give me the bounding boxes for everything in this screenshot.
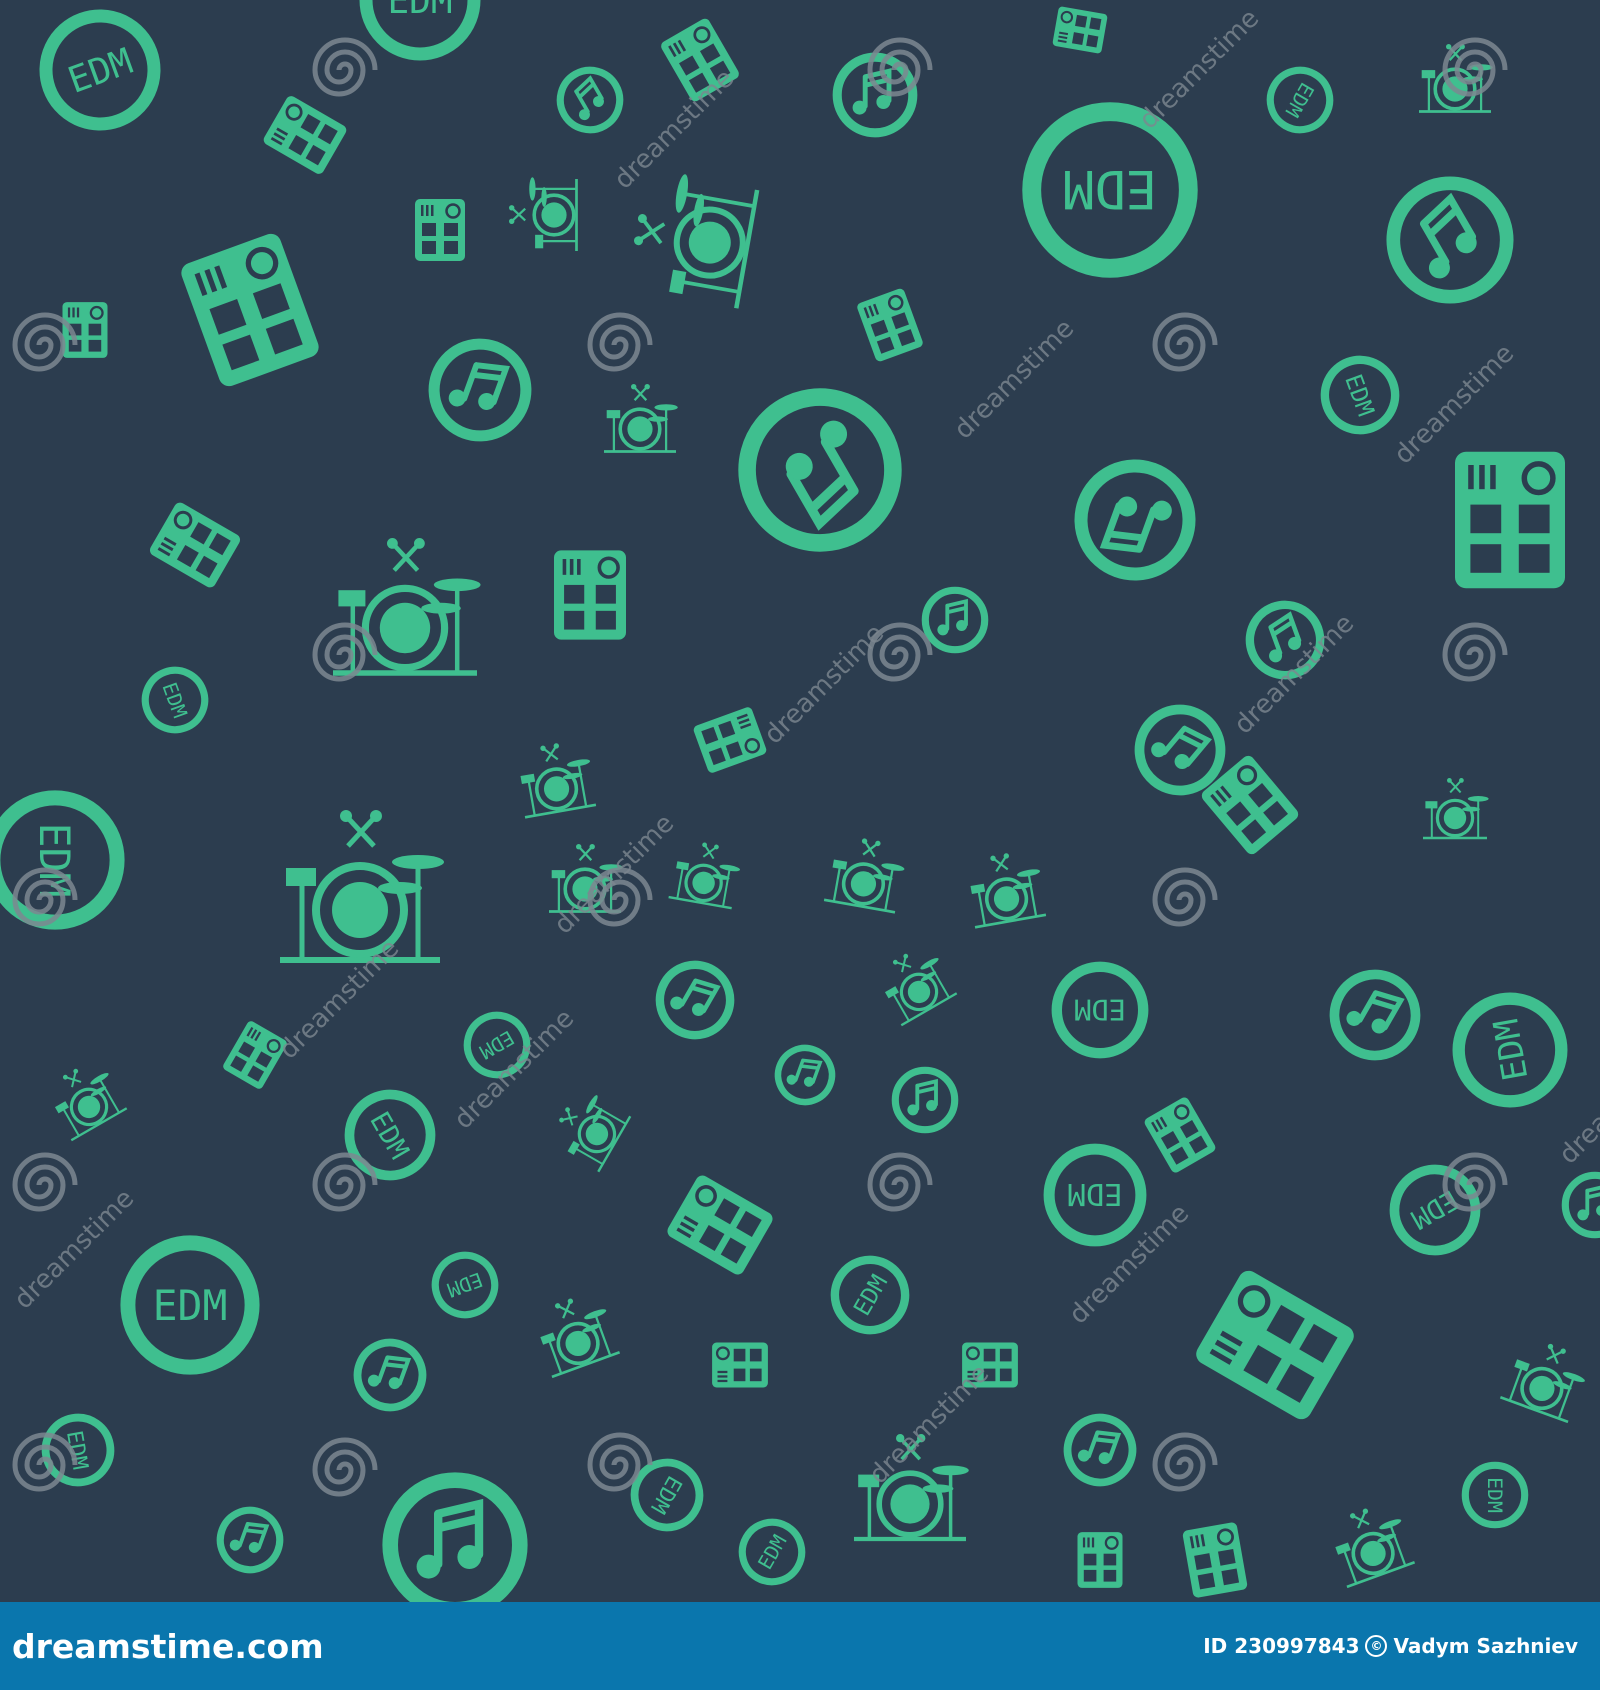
dreamstime-spiral-icon bbox=[1155, 1435, 1215, 1489]
drum-set-icon bbox=[625, 168, 757, 309]
music-note-badge-icon bbox=[770, 1040, 839, 1109]
edm-badge-icon bbox=[366, 0, 474, 54]
drum-set-icon bbox=[527, 1286, 624, 1379]
dreamstime-spiral-icon bbox=[315, 1155, 375, 1209]
watermark-text: dreamstime bbox=[864, 1359, 996, 1491]
watermark-text: dreamstime bbox=[609, 64, 741, 196]
drum-machine-icon bbox=[1455, 452, 1565, 588]
dreamstime-spiral-icon bbox=[15, 1155, 75, 1209]
drum-set-icon bbox=[1421, 776, 1491, 840]
drum-set-icon bbox=[544, 1083, 633, 1174]
edm-badge-icon bbox=[31, 1, 169, 139]
footer-credits: ID 230997843 © Vadym Sazhniev bbox=[1203, 1634, 1578, 1658]
dreamstime-spiral-icon bbox=[1445, 625, 1505, 679]
edm-badge-icon bbox=[128, 1243, 252, 1367]
edm-badge-icon bbox=[1049, 1149, 1141, 1241]
music-note-badge-icon bbox=[1565, 1175, 1600, 1234]
edm-badge-icon bbox=[1259, 59, 1340, 140]
drum-machine-icon bbox=[1141, 1094, 1219, 1176]
drum-machine-icon bbox=[710, 1341, 770, 1389]
dreamstime-spiral-icon bbox=[1155, 315, 1215, 369]
drum-set-icon bbox=[869, 938, 960, 1027]
copyright-icon: © bbox=[1365, 1635, 1388, 1657]
pattern-canvas: EDM bbox=[0, 0, 1600, 1602]
music-note-badge-icon bbox=[549, 59, 630, 140]
dreamstime-spiral-icon bbox=[315, 1440, 375, 1494]
drum-machine-icon bbox=[413, 197, 467, 263]
drum-set-icon bbox=[1322, 1496, 1419, 1589]
music-note-badge-icon bbox=[348, 1333, 431, 1416]
watermark-text: dreamstime bbox=[759, 619, 891, 751]
music-note-badge-icon bbox=[212, 1502, 288, 1578]
drum-machine-icon bbox=[1192, 1267, 1357, 1423]
music-note-badge-icon bbox=[720, 370, 919, 569]
music-note-badge-icon bbox=[1066, 451, 1204, 589]
music-note-badge-icon bbox=[1373, 163, 1528, 318]
music-note-badge-icon bbox=[925, 590, 984, 649]
drum-set-icon bbox=[39, 1053, 130, 1142]
drum-set-icon bbox=[511, 736, 600, 820]
watermark-text: dreamstime bbox=[1389, 339, 1521, 471]
music-note-badge-icon bbox=[421, 331, 539, 449]
drum-machine-icon bbox=[663, 1171, 777, 1279]
edm-badge-icon bbox=[731, 1511, 812, 1592]
author-name: Vadym Sazhniev bbox=[1393, 1634, 1578, 1658]
drum-machine-icon bbox=[260, 92, 350, 178]
dreamstime-spiral-icon bbox=[315, 40, 375, 94]
drum-set-icon bbox=[333, 538, 481, 673]
drum-set-icon bbox=[961, 846, 1050, 930]
footer-brand[interactable]: dreamstime.com bbox=[12, 1627, 324, 1666]
drum-machine-icon bbox=[220, 1018, 290, 1092]
drum-machine-icon bbox=[178, 231, 321, 389]
drum-set-icon bbox=[667, 836, 746, 911]
footer-bar: dreamstime.com ID 230997843 © Vadym Sazh… bbox=[0, 1602, 1600, 1690]
dreamstime-spiral-icon bbox=[590, 315, 650, 369]
drum-machine-icon bbox=[552, 548, 628, 642]
footer-brand-text[interactable]: dreamstime.com bbox=[12, 1627, 324, 1666]
watermark-text: dreamstime bbox=[549, 809, 681, 941]
music-note-badge-icon bbox=[1058, 1408, 1141, 1491]
drum-machine-icon bbox=[854, 286, 926, 364]
watermark-text: dreamstime bbox=[949, 314, 1081, 446]
drum-machine-icon bbox=[1076, 1530, 1124, 1590]
music-note-badge-icon bbox=[895, 1070, 954, 1129]
drum-set-icon bbox=[507, 175, 579, 253]
edm-badge-icon bbox=[1315, 350, 1405, 440]
drum-machine-icon bbox=[1051, 4, 1109, 56]
edm-badge-icon bbox=[427, 1247, 503, 1323]
music-note-badge-icon bbox=[1320, 960, 1431, 1071]
edm-badge-icon bbox=[1057, 967, 1143, 1053]
watermark-text: dreamstime bbox=[9, 1184, 141, 1316]
edm-badge-icon bbox=[137, 662, 213, 738]
music-note-badge-icon bbox=[647, 952, 743, 1048]
edm-badge-icon bbox=[335, 1080, 446, 1191]
music-note-badge-icon bbox=[390, 1480, 520, 1602]
drum-set-icon bbox=[1498, 1332, 1595, 1425]
edm-badge-icon bbox=[1032, 112, 1189, 269]
drum-machine-icon bbox=[1180, 1520, 1250, 1600]
dreamstime-spiral-icon bbox=[1155, 870, 1215, 924]
drum-set-icon bbox=[602, 382, 680, 454]
seamless-pattern: EDM bbox=[0, 0, 1600, 1602]
watermark-text: dreamstime bbox=[1134, 4, 1266, 136]
image-id: ID 230997843 bbox=[1203, 1634, 1360, 1658]
edm-badge-icon bbox=[822, 1247, 918, 1343]
drum-set-icon bbox=[280, 810, 444, 960]
drum-machine-icon bbox=[691, 704, 769, 776]
edm-badge-icon bbox=[1451, 991, 1570, 1110]
edm-badge-icon bbox=[1465, 1465, 1524, 1524]
dreamstime-spiral-icon bbox=[870, 1155, 930, 1209]
drum-set-icon bbox=[822, 831, 911, 915]
drum-machine-icon bbox=[146, 498, 244, 592]
